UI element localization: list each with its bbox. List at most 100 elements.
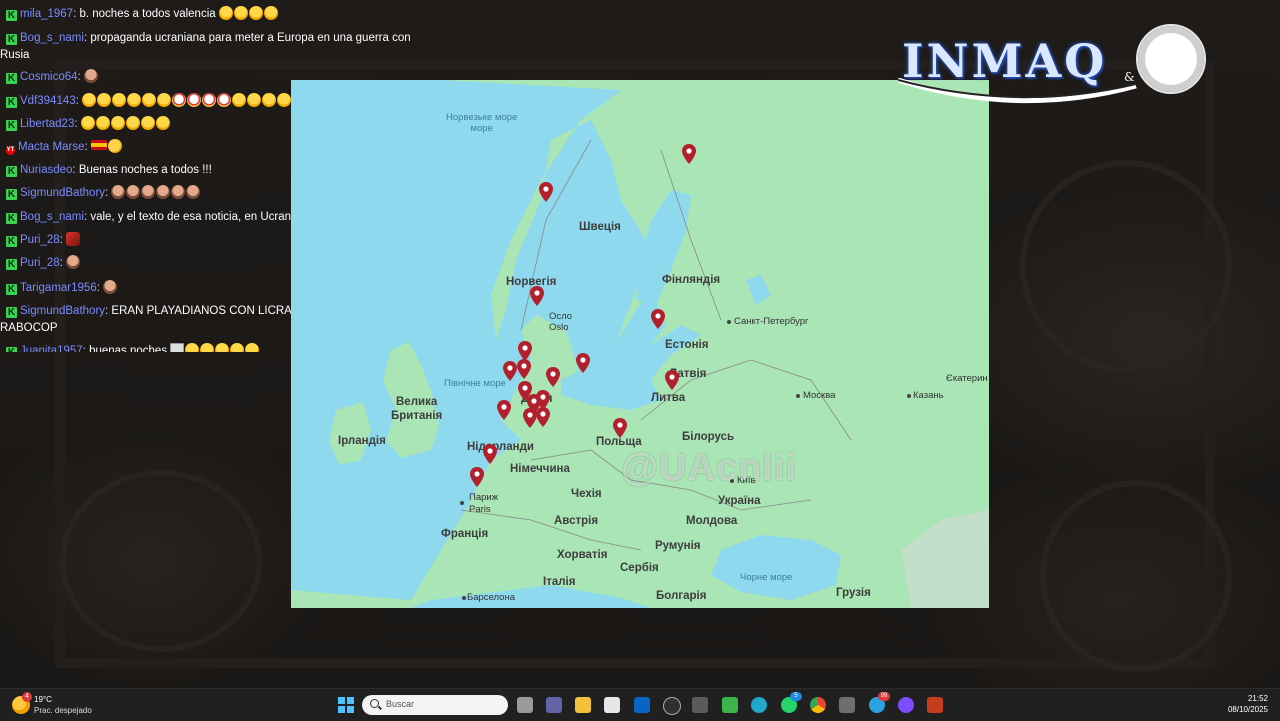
- chat-separator: :: [75, 95, 83, 107]
- chrome-icon[interactable]: [810, 697, 826, 713]
- map-label: Білорусь: [682, 431, 735, 443]
- map-pin-icon[interactable]: [539, 182, 553, 202]
- map-label: Хорватія: [557, 549, 608, 561]
- app-cube-icon[interactable]: [692, 697, 708, 713]
- emote-laugh-icon: [127, 93, 142, 107]
- map-pin-icon[interactable]: [530, 286, 544, 306]
- kick-badge-icon: K: [6, 213, 17, 224]
- outlook-icon[interactable]: [634, 697, 650, 713]
- chrome-dev-icon[interactable]: [663, 697, 681, 715]
- chat-username[interactable]: Macta Marse: [18, 141, 84, 153]
- task-view-icon[interactable]: [517, 697, 533, 713]
- youtube-badge-icon: YT: [6, 146, 15, 155]
- map-pin-icon[interactable]: [517, 359, 531, 379]
- chat-username[interactable]: Vdf394143: [20, 95, 76, 107]
- chat-username[interactable]: Puri_28: [20, 234, 60, 246]
- weather-temperature: 19°C: [34, 695, 52, 704]
- chat-text-continued: Rusia: [0, 49, 30, 61]
- map-pin-icon[interactable]: [518, 341, 532, 361]
- map-pin-icon[interactable]: [536, 407, 550, 427]
- emote-laugh-icon: [142, 93, 157, 107]
- whatsapp-icon[interactable]: 5: [781, 692, 802, 713]
- emote-laugh-icon: [233, 6, 248, 20]
- telegram-icon[interactable]: 99: [869, 692, 890, 713]
- emote-laugh-icon: [97, 93, 112, 107]
- chat-username[interactable]: Bog_s_nami: [20, 32, 84, 44]
- kick-badge-icon: K: [6, 347, 17, 352]
- emote-face-icon: [83, 69, 98, 83]
- system-clock[interactable]: 21:52 08/10/2025: [1228, 693, 1268, 715]
- chat-username[interactable]: Cosmico64: [20, 71, 78, 83]
- map-pin-icon[interactable]: [523, 408, 537, 428]
- map-label: Велика: [396, 396, 438, 408]
- map-pin-icon[interactable]: [503, 361, 517, 381]
- telegram-badge: 99: [878, 692, 890, 701]
- emote-face-icon: [103, 280, 118, 294]
- map-label: Литва: [651, 392, 686, 404]
- city-dot: [462, 596, 466, 600]
- chat-username[interactable]: Puri_28: [20, 257, 60, 269]
- emote-laugh-icon: [218, 6, 233, 20]
- map-pin-icon[interactable]: [651, 309, 665, 329]
- map-label: Чехія: [571, 488, 602, 500]
- map-label: Нідерланди: [467, 441, 534, 453]
- store-icon[interactable]: [604, 697, 620, 713]
- map-label: Швеція: [579, 221, 621, 233]
- chat-username[interactable]: Bog_s_nami: [20, 211, 84, 223]
- map-pin-icon[interactable]: [682, 144, 696, 164]
- kick-badge-icon: K: [6, 189, 17, 200]
- kick-badge-icon: K: [6, 307, 17, 318]
- emote-arm-icon: [107, 139, 122, 153]
- map-pin-icon[interactable]: [576, 353, 590, 373]
- map-label: Санкт-Петербург: [734, 316, 809, 327]
- chat-username[interactable]: Nuriasdeo: [20, 164, 72, 176]
- map-land: [291, 80, 989, 608]
- map-pin-icon[interactable]: [613, 418, 627, 438]
- map-label: Чорне море: [740, 572, 793, 583]
- map-pin-icon[interactable]: [665, 370, 679, 390]
- city-dot: [460, 501, 464, 505]
- map-label: Італія: [543, 576, 576, 588]
- taskbar-search-box[interactable]: Buscar: [362, 695, 508, 715]
- powerpoint-icon[interactable]: [927, 697, 943, 713]
- emote-laugh-icon: [277, 93, 292, 107]
- purple-app-icon[interactable]: [898, 697, 914, 713]
- emote-face-icon: [186, 185, 201, 199]
- chat-username[interactable]: Tarigamar1956: [20, 282, 97, 294]
- map-pin-icon[interactable]: [497, 400, 511, 420]
- map-label: Барселона: [467, 592, 515, 603]
- file-explorer-icon[interactable]: [575, 697, 591, 713]
- chat-username[interactable]: mila_1967: [20, 8, 73, 20]
- windows-start-icon[interactable]: [338, 697, 354, 713]
- chat-text-continued: RABOCOP: [0, 322, 58, 334]
- map-pin-icon[interactable]: [546, 367, 560, 387]
- map-pin-icon[interactable]: [470, 467, 484, 487]
- chat-username[interactable]: Juanita1957: [20, 345, 83, 352]
- emote-clown-icon: [187, 93, 202, 107]
- teams-icon[interactable]: [546, 697, 562, 713]
- map-label: Осло: [549, 311, 573, 322]
- app-window-icon[interactable]: [839, 697, 855, 713]
- edge-icon[interactable]: [751, 697, 767, 713]
- camtasia-icon[interactable]: [722, 697, 738, 713]
- map-label: Румунія: [655, 540, 701, 552]
- chat-username[interactable]: Libertad23: [20, 118, 74, 130]
- emote-red-icon: [66, 232, 81, 246]
- emote-box-icon: [170, 343, 185, 352]
- emote-laugh-icon: [248, 6, 263, 20]
- emote-laugh-icon: [245, 343, 260, 352]
- emote-laugh-icon: [232, 93, 247, 107]
- chat-username[interactable]: SigmundBathory: [20, 187, 105, 199]
- chat-username[interactable]: SigmundBathory: [20, 305, 105, 317]
- emote-face-icon: [66, 255, 81, 269]
- emote-clown-icon: [172, 93, 187, 107]
- emote-clown-icon: [202, 93, 217, 107]
- map-label: Москва: [803, 390, 836, 401]
- weather-widget[interactable]: 4 19°C Prac. despejado: [12, 692, 112, 718]
- map-label: Paris: [469, 504, 491, 515]
- emote-laugh-icon: [185, 343, 200, 352]
- map-pin-icon[interactable]: [483, 444, 497, 464]
- clock-time: 21:52: [1247, 694, 1268, 703]
- emote-laugh-icon: [263, 6, 278, 20]
- emote-face-icon: [171, 185, 186, 199]
